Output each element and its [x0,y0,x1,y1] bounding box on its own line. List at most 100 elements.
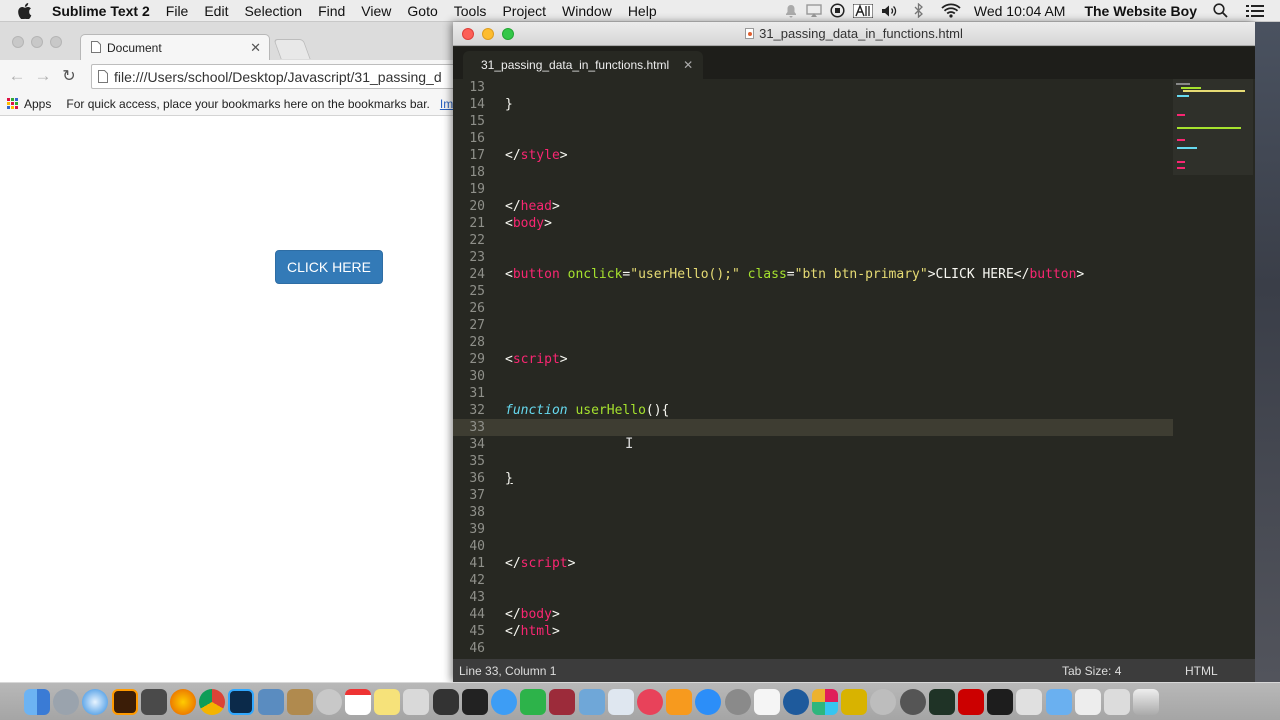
browser-minimize-button[interactable] [31,36,43,48]
text-icon[interactable] [852,0,873,22]
volume-icon[interactable] [881,0,899,22]
browser-tab[interactable]: Document ✕ [80,34,270,61]
tab-close-icon[interactable]: ✕ [250,40,261,56]
code-line: </head> [505,198,1165,215]
launchpad-icon[interactable] [53,688,80,715]
menu-view[interactable]: View [353,0,399,22]
import-bookmarks-link[interactable]: Im [440,97,453,111]
record-icon[interactable] [830,0,845,22]
ibooks-icon[interactable] [666,688,693,715]
trash-icon[interactable] [1133,688,1160,715]
acrobat-icon[interactable] [958,688,984,715]
folder-icon[interactable] [1045,688,1072,715]
line-number: 29 [469,352,485,367]
bluetooth-icon[interactable] [913,0,925,22]
forward-icon[interactable]: → [32,66,54,86]
tab-size-selector[interactable]: Tab Size: 4 [1062,664,1121,678]
settings-icon[interactable] [870,688,897,715]
menu-window[interactable]: Window [554,0,620,22]
firefox-icon[interactable] [169,688,196,715]
reload-icon[interactable]: ↻ [58,66,80,86]
notification-icon[interactable] [784,0,798,22]
preview-app-icon[interactable] [578,688,605,715]
editor-tab-close-icon[interactable]: ✕ [683,58,693,72]
editor-close-button[interactable] [462,28,474,40]
github-icon[interactable] [899,688,926,715]
line-number: 34 [469,437,485,452]
photos-icon[interactable] [549,688,576,715]
airplay-icon[interactable] [806,0,822,22]
game-center-icon[interactable] [432,688,459,715]
menu-clock[interactable]: Wed 10:04 AM [965,3,1075,19]
kindle-icon[interactable] [987,688,1014,715]
activity-monitor-icon[interactable] [928,688,955,715]
browser-zoom-button[interactable] [50,36,62,48]
list-icon[interactable] [1246,0,1264,22]
photo-booth-icon[interactable] [403,688,430,715]
browser-window: Document ✕ ← → ↻ file:///Users/school/De… [0,22,456,682]
quicktime-icon[interactable] [782,688,809,715]
textedit-icon[interactable] [753,688,780,715]
code-token: </ [505,148,521,163]
menu-app-name[interactable]: Sublime Text 2 [42,0,158,22]
terminal-icon[interactable] [461,688,488,715]
facetime-icon[interactable] [520,688,547,715]
code-token: script [520,556,568,571]
click-here-button[interactable]: CLICK HERE [275,250,383,284]
finder-icon[interactable] [24,688,50,715]
keynote-icon[interactable] [607,688,634,715]
drive-icon[interactable] [1103,688,1130,715]
help-icon[interactable] [315,688,342,715]
menu-user[interactable]: The Website Boy [1074,3,1207,19]
address-bar[interactable]: file:///Users/school/Desktop/Javascript/… [91,64,456,89]
app-store-icon[interactable] [695,688,722,715]
menu-project[interactable]: Project [494,0,554,22]
line-number: 41 [469,556,485,571]
wifi-icon[interactable] [941,0,961,22]
system-preferences-icon[interactable] [724,688,751,715]
archive-icon[interactable] [286,688,313,715]
safari-icon[interactable] [82,688,109,715]
new-tab-button[interactable] [273,39,311,59]
spotlight-icon[interactable] [1213,0,1228,22]
chrome-icon[interactable] [199,688,226,715]
menu-tools[interactable]: Tools [446,0,495,22]
drive-icon[interactable] [1074,688,1101,715]
browser-tab-title: Document [107,41,162,55]
itunes-icon[interactable] [636,688,663,715]
code-area[interactable]: } </style> </head> <body> <button onclic… [505,79,1165,659]
preview-icon[interactable] [257,688,284,715]
code-token: </ [505,624,521,639]
apple-menu-icon[interactable] [0,2,42,19]
line-number: 21 [469,216,485,231]
syntax-selector[interactable]: HTML [1185,664,1218,678]
line-number: 20 [469,199,485,214]
editor-tab[interactable]: 31_passing_data_in_functions.html ✕ [463,51,703,79]
messages-icon[interactable] [491,688,517,715]
menu-file[interactable]: File [158,0,197,22]
code-editor[interactable]: 13 14 15 16 17 18 19 20 21 22 23 24 25 2… [453,79,1255,659]
sublime-text-icon[interactable] [140,688,167,715]
document-icon [91,40,101,56]
back-icon[interactable]: ← [6,66,28,86]
code-token: head [520,199,552,214]
slack-icon[interactable] [812,688,839,715]
editor-zoom-button[interactable] [502,28,514,40]
browser-close-button[interactable] [12,36,24,48]
minimap[interactable] [1173,79,1253,175]
menu-help[interactable]: Help [620,0,665,22]
apps-grid-icon[interactable] [7,98,18,109]
apps-link[interactable]: Apps [24,97,51,111]
calendar-icon[interactable] [345,688,372,715]
editor-minimize-button[interactable] [482,28,494,40]
pages-icon[interactable] [1016,688,1043,715]
code-line: </html> [505,623,1165,640]
notes-icon[interactable] [374,688,401,715]
menu-edit[interactable]: Edit [196,0,236,22]
menu-selection[interactable]: Selection [236,0,310,22]
menu-goto[interactable]: Goto [399,0,445,22]
winamp-icon[interactable] [841,688,868,715]
photoshop-icon[interactable] [228,688,255,715]
menu-find[interactable]: Find [310,0,353,22]
illustrator-icon[interactable] [111,688,138,715]
